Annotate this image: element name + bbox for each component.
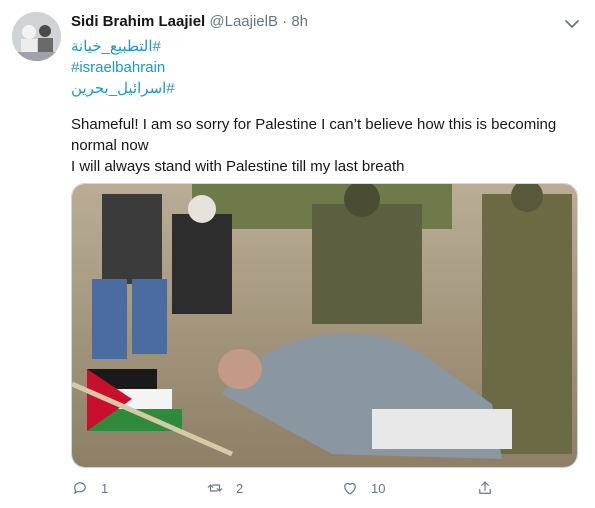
share-icon — [479, 481, 491, 494]
tweet-text-line: I will always stand with Palestine till … — [71, 158, 405, 175]
photo-illustration — [72, 184, 577, 467]
reply-count: 1 — [101, 480, 109, 496]
reply-button[interactable]: 1 — [71, 479, 108, 497]
tweet-actions: 1 2 10 — [71, 479, 511, 501]
author-name[interactable]: Sidi Brahim Laajiel — [71, 13, 205, 30]
reply-icon — [74, 482, 86, 494]
retweet-icon — [207, 484, 223, 492]
tweet-text-line: Shameful! I am so sorry for Palestine I … — [71, 116, 557, 154]
tweet[interactable]: Sidi Brahim Laajiel @LaajielB · 8h #التط… — [0, 0, 595, 508]
hashtag-link[interactable]: #اسرائيل_بحرين — [71, 78, 175, 99]
separator-dot: · — [282, 13, 288, 30]
hashtag-list: #التطبيع_خيانة #israelbahrain #اسرائيل_ب… — [71, 36, 175, 99]
timestamp[interactable]: 8h — [291, 13, 308, 30]
hashtag-link[interactable]: #israelbahrain — [71, 57, 175, 78]
retweet-button[interactable]: 2 — [206, 479, 243, 497]
tweet-text: Shameful! I am so sorry for Palestine I … — [71, 114, 576, 177]
avatar[interactable] — [12, 12, 61, 61]
like-icon — [344, 482, 356, 495]
tweet-photo[interactable] — [71, 183, 578, 468]
chevron-down-icon[interactable] — [562, 14, 582, 34]
share-button[interactable] — [476, 479, 506, 497]
tweet-header: Sidi Brahim Laajiel @LaajielB · 8h — [71, 12, 308, 32]
hashtag-link[interactable]: #التطبيع_خيانة — [71, 36, 175, 57]
like-button[interactable]: 10 — [341, 479, 385, 497]
retweet-count: 2 — [236, 480, 244, 496]
like-count: 10 — [371, 480, 386, 496]
author-handle[interactable]: @LaajielB — [209, 13, 278, 30]
